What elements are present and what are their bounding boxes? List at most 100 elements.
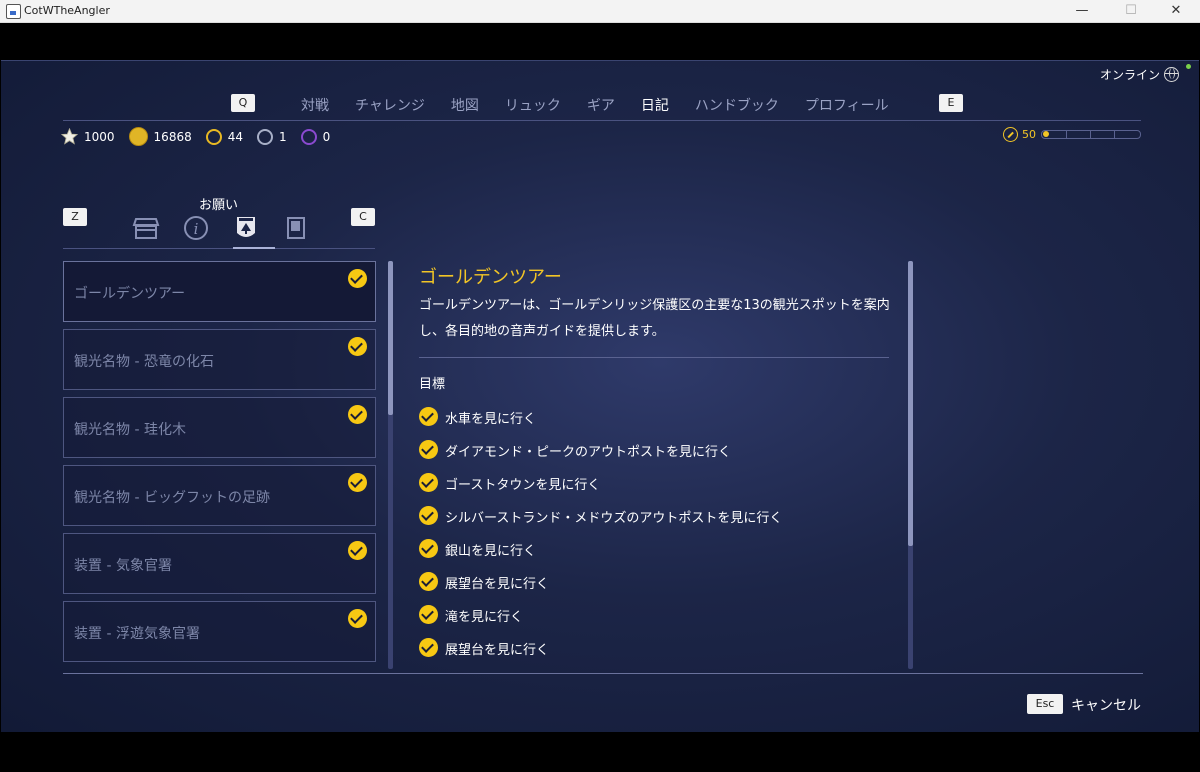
silver-trophies-value: 1 <box>279 129 287 144</box>
request-detail: ゴールデンツアー ゴールデンツアーは、ゴールデンリッジ保護区の主要な13の観光ス… <box>419 263 899 669</box>
level-segment <box>1066 131 1067 138</box>
tab-profile[interactable]: プロフィール <box>805 95 889 115</box>
objective-text: シルバーストランド・メドウズのアウトポストを見に行く <box>445 511 783 526</box>
objective-item: ダイアモンド・ピークのアウトポストを見に行く <box>419 431 899 464</box>
tab-backpack[interactable]: リュック <box>505 95 561 115</box>
request-label: 観光名物 - 珪化木 <box>74 422 186 438</box>
objectives-list: 水車を見に行く ダイアモンド・ピークのアウトポストを見に行く ゴーストタウンを見… <box>419 398 899 662</box>
list-item[interactable]: ゴールデンツアー <box>63 261 376 322</box>
game-background: オンライン Q 対戦 チャレンジ 地図 リュック ギア 日記 ハンドブック プロ… <box>1 60 1199 732</box>
checkmark-icon <box>348 609 367 628</box>
level-segment <box>1090 131 1091 138</box>
esc-key[interactable]: Esc <box>1027 694 1063 714</box>
minimize-button[interactable]: — <box>1062 0 1102 22</box>
globe-icon <box>1164 67 1179 82</box>
stars-value: 1000 <box>84 129 115 144</box>
rod-icon <box>1003 127 1018 142</box>
gold-trophies-value: 44 <box>227 129 244 144</box>
svg-text:i: i <box>194 220 199 238</box>
subnav-next-key[interactable]: C <box>351 208 375 226</box>
objective-text: 展望台を見に行く <box>445 643 550 658</box>
gold-trophies-stat: 44 <box>205 128 244 145</box>
detail-scrollbar[interactable] <box>908 261 913 669</box>
star-icon <box>61 128 78 145</box>
subnav-title: お願い <box>199 198 239 213</box>
nav-prev-key[interactable]: Q <box>231 94 255 112</box>
detail-divider <box>419 357 889 358</box>
level-progress-bar <box>1041 130 1141 139</box>
subnav-prev-key[interactable]: Z <box>63 208 87 226</box>
detail-scrollbar-thumb[interactable] <box>908 261 913 546</box>
list-scrollbar[interactable] <box>388 261 393 669</box>
request-label: 観光名物 - 恐竜の化石 <box>74 354 214 370</box>
request-icon[interactable] <box>229 215 263 241</box>
request-list: ゴールデンツアー 観光名物 - 恐竜の化石 観光名物 - 珪化木 観光名物 - … <box>63 261 376 669</box>
request-label: 観光名物 - ビッグフットの足跡 <box>74 490 270 506</box>
top-divider <box>1 60 1199 61</box>
close-button[interactable]: ✕ <box>1156 0 1196 22</box>
info-icon[interactable]: i <box>179 215 213 241</box>
app-icon <box>6 4 21 19</box>
list-scrollbar-thumb[interactable] <box>388 261 393 415</box>
footer-divider <box>63 673 1143 674</box>
nav-next-key[interactable]: E <box>939 94 963 112</box>
purple-trophies-stat: 0 <box>300 128 330 145</box>
objective-item: 銀山を見に行く <box>419 530 899 563</box>
online-status[interactable]: オンライン <box>1100 66 1179 83</box>
checkmark-icon <box>419 605 438 624</box>
tab-challenge[interactable]: チャレンジ <box>355 95 425 115</box>
checkmark-icon <box>348 473 367 492</box>
tab-map[interactable]: 地図 <box>451 95 479 115</box>
list-item[interactable]: 観光名物 - 珪化木 <box>63 397 376 458</box>
level-segment <box>1114 131 1115 138</box>
maximize-button[interactable]: ☐ <box>1111 0 1151 22</box>
journal-icon[interactable] <box>279 215 313 241</box>
objective-item: 展望台を見に行く <box>419 629 899 662</box>
objective-text: 銀山を見に行く <box>445 544 537 559</box>
game-viewport: オンライン Q 対戦 チャレンジ 地図 リュック ギア 日記 ハンドブック プロ… <box>1 23 1199 771</box>
window-title: CotWTheAngler <box>24 4 110 17</box>
tab-battle[interactable]: 対戦 <box>301 95 329 115</box>
subnav-tabs: i <box>129 215 329 241</box>
checkmark-icon <box>419 440 438 459</box>
gold-trophy-icon <box>205 128 222 145</box>
nav-divider <box>63 120 1141 121</box>
detail-description: ゴールデンツアーは、ゴールデンリッジ保護区の主要な13の観光スポットを案内し、各… <box>419 298 890 339</box>
checkmark-icon <box>348 337 367 356</box>
detail-title: ゴールデンツアー <box>419 267 562 288</box>
checkmark-icon <box>348 405 367 424</box>
list-item[interactable]: 観光名物 - 恐竜の化石 <box>63 329 376 390</box>
player-level: 50 <box>1003 127 1036 142</box>
list-item[interactable]: 装置 - 浮遊気象官署 <box>63 601 376 662</box>
checkmark-icon <box>348 269 367 288</box>
objective-item: 展望台を見に行く <box>419 563 899 596</box>
shop-icon[interactable] <box>129 215 163 241</box>
main-nav-tabs: 対戦 チャレンジ 地図 リュック ギア 日記 ハンドブック プロフィール <box>301 95 915 115</box>
silver-trophies-stat: 1 <box>257 128 287 145</box>
checkmark-icon <box>419 473 438 492</box>
list-item[interactable]: 装置 - 気象官署 <box>63 533 376 594</box>
tab-gear[interactable]: ギア <box>587 95 615 115</box>
cancel-button[interactable]: キャンセル <box>1071 695 1141 715</box>
request-label: 装置 - 浮遊気象官署 <box>74 626 200 642</box>
online-label: オンライン <box>1099 68 1160 82</box>
objective-text: ダイアモンド・ピークのアウトポストを見に行く <box>445 445 732 460</box>
tab-journal[interactable]: 日記 <box>641 95 669 115</box>
objective-text: 展望台を見に行く <box>445 577 550 592</box>
objective-text: ゴーストタウンを見に行く <box>445 478 601 493</box>
objective-item: ゴーストタウンを見に行く <box>419 464 899 497</box>
level-value: 50 <box>1022 128 1036 141</box>
tab-handbook[interactable]: ハンドブック <box>695 95 779 115</box>
checkmark-icon <box>419 572 438 591</box>
objective-item: 水車を見に行く <box>419 398 899 431</box>
objective-item: 滝を見に行く <box>419 596 899 629</box>
silver-trophy-icon <box>257 128 274 145</box>
subnav-divider <box>63 247 375 249</box>
coins-stat: 16868 <box>128 127 192 146</box>
online-indicator-dot <box>1186 64 1191 69</box>
objective-item: シルバーストランド・メドウズのアウトポストを見に行く <box>419 497 899 530</box>
checkmark-icon <box>419 539 438 558</box>
list-item[interactable]: 観光名物 - ビッグフットの足跡 <box>63 465 376 526</box>
currency-bar: 1000 16868 44 1 0 <box>61 127 344 146</box>
level-progress-fill <box>1043 131 1049 137</box>
